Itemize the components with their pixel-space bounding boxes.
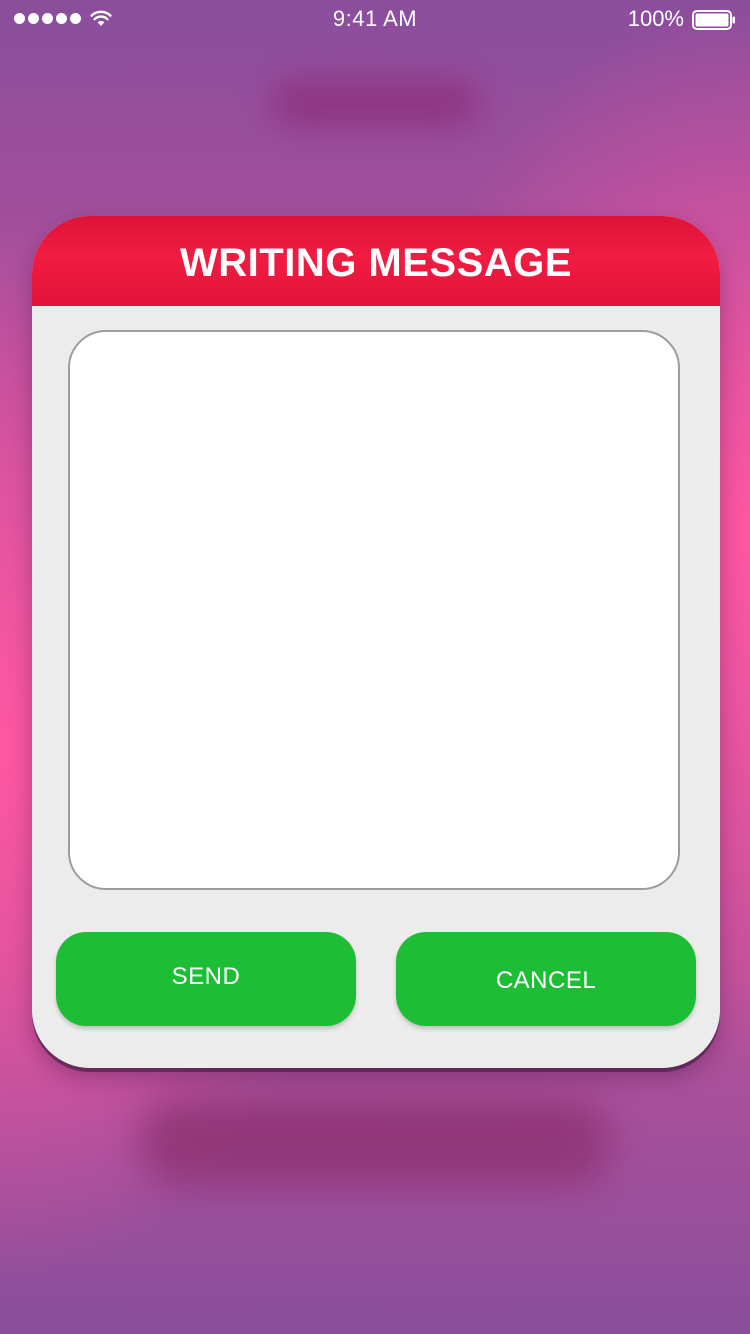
message-input[interactable] <box>68 330 680 890</box>
battery-percent: 100% <box>627 6 684 31</box>
dialog-header: WRITING MESSAGE <box>32 216 720 306</box>
background-blur-shape <box>270 78 480 128</box>
send-button[interactable]: SEND <box>56 932 356 1026</box>
dialog-title: WRITING MESSAGE <box>180 240 572 285</box>
status-bar: 9:41 AM 100% <box>0 0 750 40</box>
cancel-button[interactable]: CANCEL <box>396 932 696 1026</box>
message-dialog: WRITING MESSAGE SEND CANCEL <box>32 216 720 1068</box>
battery-icon <box>692 10 735 30</box>
background-blur-shape <box>140 1098 610 1186</box>
